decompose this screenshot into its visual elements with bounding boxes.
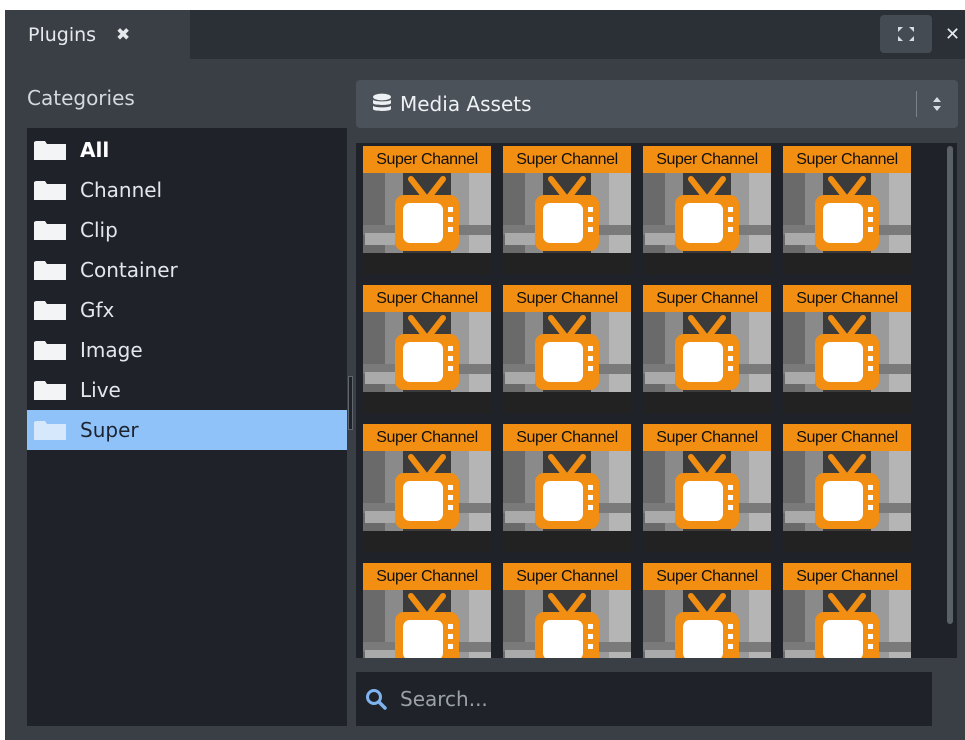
asset-tile-label: Super Channel [363, 424, 491, 451]
asset-tile-label: Super Channel [503, 563, 631, 590]
tv-channel-icon [783, 590, 911, 658]
asset-tile-label: Super Channel [363, 563, 491, 590]
asset-tile[interactable]: Super Channel [503, 285, 631, 413]
asset-tile-label: Super Channel [643, 146, 771, 173]
tv-channel-icon [363, 173, 491, 274]
asset-tile-label: Super Channel [783, 424, 911, 451]
category-label: All [80, 138, 110, 162]
categories-title: Categories [27, 86, 135, 110]
tv-channel-icon [363, 312, 491, 413]
tv-channel-icon [643, 451, 771, 552]
tv-channel-icon [643, 590, 771, 658]
tv-channel-icon [783, 173, 911, 274]
tv-channel-icon [503, 590, 631, 658]
maximize-button[interactable] [880, 15, 932, 53]
category-item-channel[interactable]: Channel [27, 170, 347, 210]
category-label: Clip [80, 218, 118, 242]
folder-icon [34, 180, 66, 200]
chevron-updown-icon [933, 97, 941, 111]
asset-tile[interactable]: Super Channel [783, 146, 911, 274]
asset-tile-label: Super Channel [503, 424, 631, 451]
tv-channel-icon [643, 312, 771, 413]
asset-tile[interactable]: Super Channel [643, 424, 771, 552]
category-label: Super [80, 418, 139, 442]
asset-tile-label: Super Channel [503, 146, 631, 173]
tab-plugins[interactable]: Plugins ✖ [5, 10, 190, 59]
panel-splitter-handle[interactable] [348, 376, 353, 430]
category-item-super[interactable]: Super [27, 410, 347, 450]
asset-grid: Super Channel Super Channel Super Channel S… [356, 143, 949, 658]
categories-list: All Channel Clip Container Gfx Image Live Super [27, 128, 347, 726]
select-divider [916, 91, 917, 117]
category-label: Live [80, 378, 121, 402]
asset-tile-label: Super Channel [643, 285, 771, 312]
asset-tile[interactable]: Super Channel [643, 285, 771, 413]
folder-icon [34, 260, 66, 280]
asset-tile[interactable]: Super Channel [363, 146, 491, 274]
tab-close-icon[interactable]: ✖ [114, 25, 132, 45]
folder-icon [34, 140, 66, 160]
database-icon [373, 93, 391, 111]
asset-tile[interactable]: Super Channel [783, 285, 911, 413]
folder-icon [34, 300, 66, 320]
asset-source-label: Media Assets [400, 92, 532, 116]
asset-tile[interactable]: Super Channel [643, 146, 771, 274]
folder-icon [34, 340, 66, 360]
asset-tile[interactable]: Super Channel [363, 424, 491, 552]
category-label: Gfx [80, 298, 115, 322]
tv-channel-icon [503, 312, 631, 413]
category-item-clip[interactable]: Clip [27, 210, 347, 250]
category-label: Container [80, 258, 178, 282]
asset-tile-label: Super Channel [363, 146, 491, 173]
asset-tile-label: Super Channel [783, 146, 911, 173]
category-label: Image [80, 338, 143, 362]
tv-channel-icon [783, 451, 911, 552]
tv-channel-icon [643, 173, 771, 274]
category-label: Channel [80, 178, 163, 202]
asset-tile[interactable]: Super Channel [783, 424, 911, 552]
tab-bar: Plugins ✖ ✕ [5, 10, 965, 59]
asset-tile[interactable]: Super Channel [503, 563, 631, 658]
asset-tile-label: Super Channel [783, 285, 911, 312]
asset-tile[interactable]: Super Channel [503, 146, 631, 274]
asset-tile-label: Super Channel [643, 563, 771, 590]
search-box [356, 672, 932, 726]
tv-channel-icon [503, 173, 631, 274]
asset-tile[interactable]: Super Channel [363, 285, 491, 413]
search-icon [366, 689, 387, 710]
folder-icon [34, 420, 66, 440]
tv-channel-icon [363, 451, 491, 552]
asset-tile-label: Super Channel [503, 285, 631, 312]
asset-tile-label: Super Channel [783, 563, 911, 590]
tv-channel-icon [363, 590, 491, 658]
tv-channel-icon [503, 451, 631, 552]
tab-label: Plugins [28, 23, 97, 46]
search-input[interactable] [398, 680, 922, 718]
asset-source-select[interactable]: Media Assets [356, 80, 958, 128]
category-item-live[interactable]: Live [27, 370, 347, 410]
asset-tile-label: Super Channel [643, 424, 771, 451]
maximize-icon [898, 27, 914, 41]
asset-tile[interactable]: Super Channel [503, 424, 631, 552]
category-item-container[interactable]: Container [27, 250, 347, 290]
category-item-gfx[interactable]: Gfx [27, 290, 347, 330]
window-close-icon[interactable]: ✕ [945, 18, 965, 52]
scrollbar-thumb[interactable] [947, 146, 953, 624]
category-item-image[interactable]: Image [27, 330, 347, 370]
asset-tile[interactable]: Super Channel [643, 563, 771, 658]
category-item-all[interactable]: All [27, 130, 347, 170]
folder-icon [34, 220, 66, 240]
tv-channel-icon [783, 312, 911, 413]
plugins-window: Plugins ✖ ✕ Categories All Channel Clip Con… [5, 10, 965, 740]
asset-tile[interactable]: Super Channel [783, 563, 911, 658]
asset-tile-label: Super Channel [363, 285, 491, 312]
asset-tile[interactable]: Super Channel [363, 563, 491, 658]
folder-icon [34, 380, 66, 400]
